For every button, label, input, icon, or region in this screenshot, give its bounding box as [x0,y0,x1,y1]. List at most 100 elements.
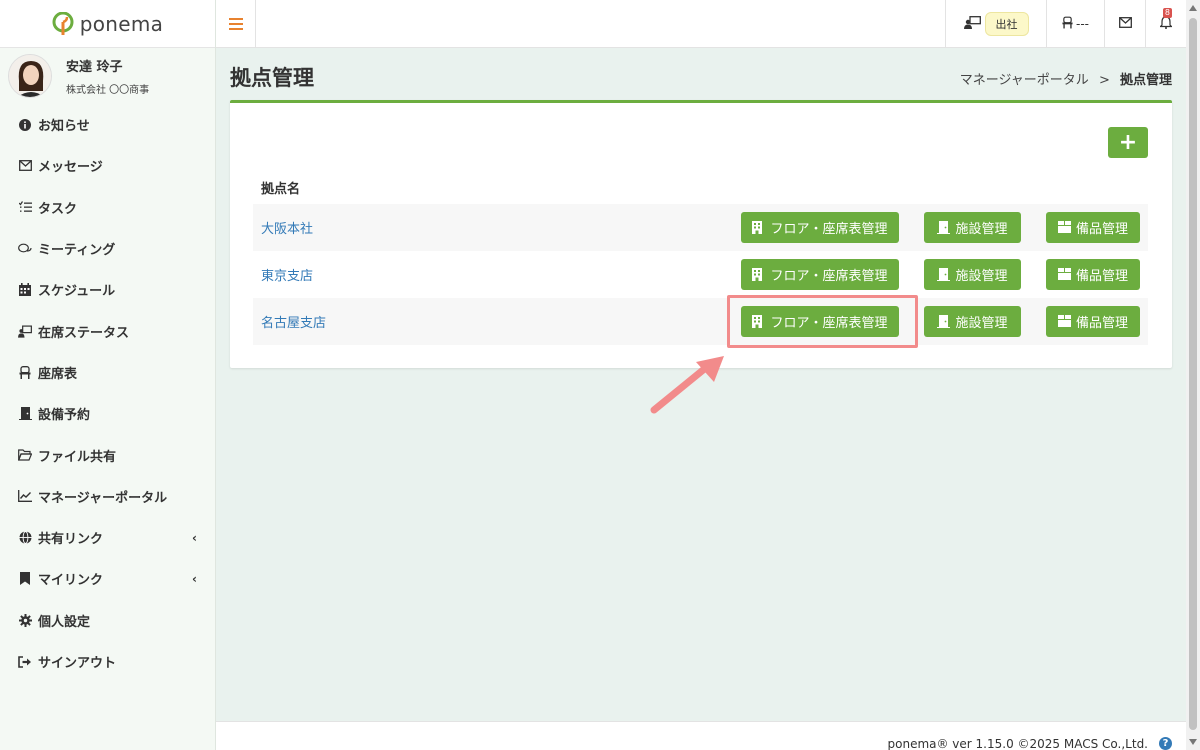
user-company: 株式会社 〇〇商事 [66,85,150,96]
chevron-left-icon: ‹ [192,571,197,586]
sidebar-item-schedule[interactable]: スケジュール [0,269,215,310]
notification-count-badge: 8 [1162,8,1172,18]
column-header-location-name: 拠点名 [261,182,301,197]
breadcrumb: マネージャーポータル > 拠点管理 [960,69,1172,88]
sidebar-item-personal-settings[interactable]: 個人設定 [0,600,215,641]
sidebar-item-label: メッセージ [38,160,103,176]
sidebar-item-label: ファイル共有 [38,449,117,465]
equipment-management-button[interactable]: 備品管理 [1046,259,1140,290]
sidebar-item-facility-booking[interactable]: 設備予約 [0,393,215,434]
breadcrumb-separator: > [1098,73,1110,88]
sidebar-item-messages[interactable]: メッセージ [0,145,215,186]
page-title: 拠点管理 [230,66,314,90]
add-location-button[interactable]: + [1108,127,1148,158]
avatar [8,54,52,98]
messages-button[interactable] [1104,0,1145,48]
user-profile[interactable]: 安達 玲子 株式会社 〇〇商事 [0,48,215,104]
envelope-icon [1118,16,1132,32]
logo[interactable]: ponema [0,0,215,48]
sidebar-item-label: 個人設定 [38,614,91,630]
button-label: フロア・座席表管理 [770,269,888,284]
sidebar-item-notices[interactable]: お知らせ [0,104,215,145]
sidebar-item-seating-chart[interactable]: 座席表 [0,352,215,393]
help-icon[interactable]: ? [1159,737,1172,750]
building-icon [752,268,764,281]
facility-management-button[interactable]: 施設管理 [924,212,1021,243]
envelope-icon [18,159,32,173]
hamburger-menu-icon[interactable] [216,0,256,48]
sidebar-item-tasks[interactable]: タスク [0,187,215,228]
sidebar-item-label: タスク [38,201,78,217]
floor-seating-management-button[interactable]: フロア・座席表管理 [741,212,899,243]
door-icon [937,315,951,328]
annotation-highlight-box [727,295,918,348]
button-label: 備品管理 [1075,316,1128,331]
breadcrumb-link-manager-portal[interactable]: マネージャーポータル [960,73,1089,88]
locations-table: 大阪本社 フロア・座席表管理 施設管理 備品管理 東京支店 フロア・座席表管理 … [253,204,1148,345]
scrollbar-thumb[interactable] [1189,18,1197,730]
annotation-arrow-icon [650,356,724,414]
topbar: 出社 --- 8 [216,0,1186,48]
sidebar-item-label: ミーティング [38,243,116,259]
seat-indicator[interactable]: --- [1046,0,1104,48]
sidebar-item-sign-out[interactable]: サインアウト [0,641,215,682]
sidebar-item-meeting[interactable]: ミーティング [0,228,215,269]
user-name: 安達 玲子 [66,60,123,75]
sign-out-icon [18,655,32,669]
attendance-status[interactable]: 出社 [945,0,1046,48]
chair-icon [18,365,32,379]
presence-icon [18,324,32,338]
building-icon [752,221,764,234]
vertical-scrollbar[interactable] [1186,0,1200,750]
scroll-up-arrow-icon[interactable] [1189,5,1197,11]
button-label: 施設管理 [955,269,1008,284]
facility-management-button[interactable]: 施設管理 [924,259,1021,290]
sidebar-item-label: 設備予約 [38,408,91,424]
sidebar-item-my-links[interactable]: マイリンク ‹ [0,558,215,599]
button-label: 施設管理 [955,316,1008,331]
floor-seating-management-button[interactable]: フロア・座席表管理 [741,259,899,290]
button-label: フロア・座席表管理 [770,222,888,237]
equipment-management-button[interactable]: 備品管理 [1046,212,1140,243]
door-icon [937,268,951,281]
calendar-icon [18,283,32,297]
task-list-icon [18,200,32,214]
sidebar-item-label: 共有リンク [38,532,104,548]
sidebar-item-label: 在席ステータス [38,325,130,341]
table-row: 名古屋支店 フロア・座席表管理 施設管理 備品管理 [253,298,1148,345]
button-label: 備品管理 [1075,269,1128,284]
scroll-down-arrow-icon[interactable] [1189,739,1197,745]
facility-management-button[interactable]: 施設管理 [924,306,1021,337]
table-row: 大阪本社 フロア・座席表管理 施設管理 備品管理 [253,204,1148,251]
sidebar-item-file-sharing[interactable]: ファイル共有 [0,434,215,475]
location-link[interactable]: 大阪本社 [261,218,313,237]
button-label: 施設管理 [955,222,1008,237]
sidebar-item-label: マイリンク [38,573,104,589]
footer-version-text: ponema® ver 1.15.0 ©2025 MACS Co.,Ltd. [887,737,1149,750]
sidebar-item-label: 座席表 [38,366,78,382]
sidebar-item-label: マネージャーポータル [38,490,168,506]
equipment-management-button[interactable]: 備品管理 [1046,306,1140,337]
table-row: 東京支店 フロア・座席表管理 施設管理 備品管理 [253,251,1148,298]
sidebar-item-manager-portal[interactable]: マネージャーポータル [0,476,215,517]
locations-panel: + 拠点名 大阪本社 フロア・座席表管理 施設管理 備品管理 東京支店 フロア・… [230,100,1172,368]
sidebar: ponema 安達 玲子 株式会社 〇〇商事 お知らせ メッセージ タスク ミー… [0,0,216,750]
sidebar-item-label: サインアウト [38,656,117,671]
chart-icon [18,489,32,503]
notifications-button[interactable]: 8 [1145,0,1186,48]
sidebar-item-shared-links[interactable]: 共有リンク ‹ [0,517,215,558]
footer: ponema® ver 1.15.0 ©2025 MACS Co.,Ltd. ? [216,721,1186,750]
breadcrumb-current: 拠点管理 [1119,73,1172,88]
location-link[interactable]: 東京支店 [261,265,313,284]
sidebar-item-presence[interactable]: 在席ステータス [0,310,215,351]
seat-label: --- [1076,17,1089,31]
ponema-logo-icon [52,11,74,36]
chat-icon [18,242,32,256]
status-badge: 出社 [984,12,1029,36]
globe-icon [18,531,32,545]
gear-icon [18,613,32,627]
location-link[interactable]: 名古屋支店 [261,312,326,331]
info-icon [18,118,32,132]
chair-icon [1062,16,1073,33]
sidebar-item-label: スケジュール [38,284,116,300]
